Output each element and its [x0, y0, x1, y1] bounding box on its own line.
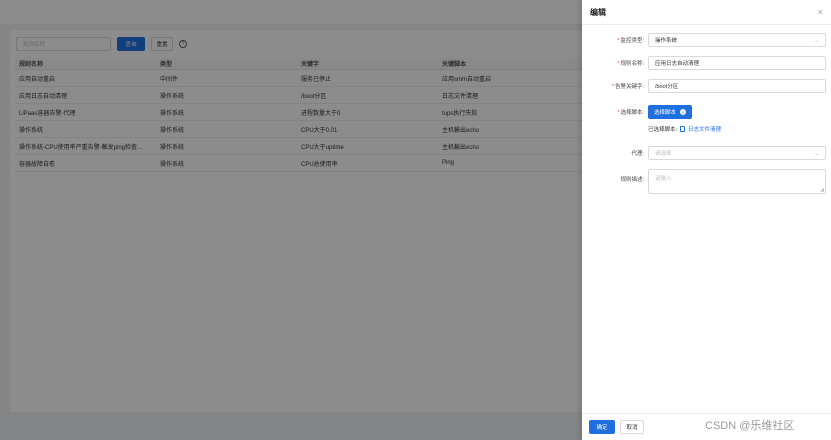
cancel-button[interactable]: 取消 — [620, 420, 644, 434]
resize-handle-icon[interactable]: ◢ — [820, 187, 824, 193]
rule-name-label: 规则名称: — [620, 61, 644, 67]
selected-script-link[interactable]: 日志文件清理 — [688, 125, 721, 133]
drawer-title: 编辑 — [590, 7, 606, 17]
drawer-header: 编辑 × — [582, 0, 831, 25]
chevron-down-icon: ⌄ — [813, 150, 819, 157]
monitor-type-row: *监控类型: 操作系统 ⌄ — [582, 30, 831, 50]
select-script-row: *选择脚本: 选择脚本 i — [582, 102, 831, 122]
rule-name-input[interactable]: 应用日志自动清理 — [648, 56, 826, 70]
proxy-label: 代理: — [631, 151, 644, 157]
alert-keyword-input[interactable]: /boot分区 — [648, 79, 826, 93]
confirm-button[interactable]: 确定 — [589, 420, 615, 434]
description-label: 规则描述: — [620, 177, 644, 183]
selected-script: 已选择脚本: 日志文件清理 — [648, 125, 721, 133]
select-script-label: 选择脚本: — [620, 110, 644, 116]
close-icon[interactable]: × — [818, 7, 823, 17]
monitor-type-select[interactable]: 操作系统 ⌄ — [648, 33, 826, 47]
watermark: CSDN @乐维社区 — [705, 420, 795, 432]
proxy-row: 代理: 请选择 ⌄ — [582, 143, 831, 163]
info-icon: i — [680, 109, 687, 115]
proxy-row-wrap: 代理: 请选择 ⌄ — [582, 143, 831, 163]
description-textarea[interactable]: 请输入 ◢ — [648, 169, 826, 194]
rule-name-row: *规则名称: 应用日志自动清理 — [582, 53, 831, 73]
document-icon — [680, 126, 686, 132]
alert-keyword-row: *告警关键字: /boot分区 — [582, 76, 831, 96]
monitor-type-label: 监控类型: — [620, 38, 644, 44]
select-script-button[interactable]: 选择脚本 i — [648, 105, 693, 119]
edit-drawer: 编辑 × *监控类型: 操作系统 ⌄ *规则名称: 应用日志自动清理 *告警关键… — [582, 0, 831, 440]
description-row: 规则描述: 请输入 ◢ — [582, 169, 831, 194]
chevron-down-icon: ⌄ — [813, 37, 819, 44]
edit-form: *监控类型: 操作系统 ⌄ *规则名称: 应用日志自动清理 *告警关键字: /b… — [582, 30, 831, 122]
proxy-select[interactable]: 请选择 ⌄ — [648, 146, 826, 160]
alert-keyword-label: 告警关键字: — [614, 84, 644, 90]
selected-script-label: 已选择脚本: — [648, 127, 678, 133]
